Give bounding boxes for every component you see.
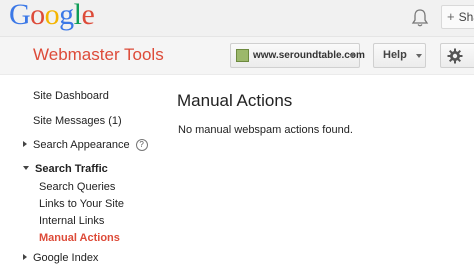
help-button[interactable]: Help (373, 43, 426, 68)
sidebar-item-google-index[interactable]: Google Index (23, 252, 98, 264)
sidebar-item-label: Manual Actions (39, 232, 120, 244)
sidebar-item-site-messages[interactable]: Site Messages (1) (33, 115, 122, 127)
page-title: Manual Actions (177, 91, 293, 110)
share-label: Sha (458, 10, 474, 24)
site-thumbnail-icon (236, 49, 249, 62)
expand-arrow-icon (23, 141, 27, 147)
gear-icon (447, 48, 463, 64)
chevron-down-icon (349, 54, 355, 58)
product-title[interactable]: Webmaster Tools (33, 45, 164, 65)
notifications-bell-icon[interactable] (411, 8, 429, 28)
help-question-icon[interactable]: ? (135, 139, 148, 151)
sidebar-item-label: Links to Your Site (39, 198, 125, 210)
logo-letter: o (30, 0, 45, 31)
chevron-down-icon (416, 54, 422, 58)
plus-icon: + (447, 9, 455, 24)
logo-letter: l (73, 0, 82, 31)
sidebar-item-label: Internal Links (39, 215, 105, 227)
sidebar-item-label: Search Appearance (33, 139, 130, 151)
sidebar-item-internal-links[interactable]: Internal Links (39, 215, 104, 227)
sidebar-item-label: Search Queries (39, 181, 116, 193)
sidebar-item-label: Site Messages (1) (33, 115, 122, 127)
help-label: Help (383, 49, 407, 61)
expand-arrow-icon (23, 254, 27, 260)
product-header: Webmaster Tools www.seroundtable.com Hel… (0, 37, 474, 75)
google-top-bar: Google +Sha (0, 0, 474, 37)
sidebar-item-manual-actions[interactable]: Manual Actions (39, 232, 120, 244)
sidebar-item-search-queries[interactable]: Search Queries (39, 181, 115, 193)
sidebar-item-site-dashboard[interactable]: Site Dashboard (33, 90, 109, 102)
sidebar-item-label: Google Index (33, 252, 99, 264)
site-selector-dropdown[interactable]: www.seroundtable.com (230, 43, 365, 68)
logo-letter: G (9, 0, 31, 31)
sidebar-item-search-appearance[interactable]: Search Appearance? (23, 139, 148, 151)
sidebar-item-links-to-your-site[interactable]: Links to Your Site (39, 198, 124, 210)
sidebar-item-label: Site Dashboard (33, 90, 109, 102)
empty-state-message: No manual webspam actions found. (178, 124, 353, 136)
logo-letter: e (81, 0, 95, 31)
logo-letter: o (44, 0, 60, 31)
settings-button[interactable] (440, 43, 474, 68)
sidebar-nav: Site Dashboard Site Messages (1) Search … (0, 75, 170, 277)
collapse-arrow-icon (23, 166, 29, 170)
google-logo[interactable]: Google (9, 0, 95, 32)
share-button[interactable]: +Sha (441, 5, 474, 29)
logo-letter: g (59, 0, 74, 31)
sidebar-item-label: Search Traffic (35, 163, 108, 175)
sidebar-item-search-traffic[interactable]: Search Traffic (23, 163, 108, 175)
